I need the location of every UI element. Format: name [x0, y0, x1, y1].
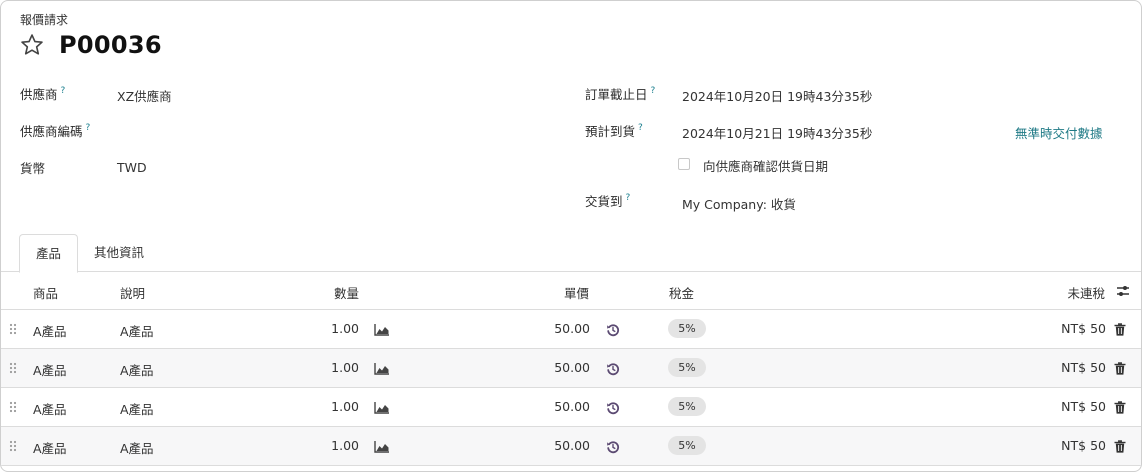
confirm-date-label[interactable]: 向供應商確認供貨日期 [703, 156, 828, 175]
vendor-field[interactable]: XZ供應商 [117, 86, 172, 105]
cell-quantity[interactable]: 1.00 [331, 399, 359, 414]
star-icon[interactable] [19, 32, 45, 58]
currency-field[interactable]: TWD [117, 160, 147, 175]
page-title: P00036 [59, 31, 162, 59]
vendor-ref-label: 供應商編碼? [20, 123, 91, 139]
column-header-subtotal[interactable]: 未連稅 [1067, 283, 1105, 302]
column-header-description[interactable]: 說明 [120, 283, 145, 302]
cell-quantity[interactable]: 1.00 [331, 438, 359, 453]
drag-handle-icon[interactable] [9, 362, 17, 374]
drag-handle-icon[interactable] [9, 440, 17, 452]
cell-description[interactable]: A產品 [120, 321, 154, 340]
column-header-unit-price[interactable]: 單價 [564, 283, 589, 302]
tax-badge[interactable]: 5% [668, 358, 706, 377]
trash-icon[interactable] [1114, 440, 1126, 453]
cell-quantity[interactable]: 1.00 [331, 321, 359, 336]
area-chart-icon[interactable] [374, 440, 390, 453]
table-row[interactable]: A產品 A產品 1.00 50.00 5% NT$ 50 [1, 349, 1141, 388]
cell-subtotal: NT$ 50 [1061, 399, 1106, 414]
column-header-taxes[interactable]: 稅金 [669, 283, 694, 302]
order-lines-table: 商品 說明 數量 單價 稅金 未連稅 A產品 A產品 1.00 50.00 5%… [1, 272, 1141, 466]
help-tooltip[interactable]: ? [651, 86, 656, 96]
cell-description[interactable]: A產品 [120, 399, 154, 418]
cell-unit-price[interactable]: 50.00 [554, 360, 590, 375]
expected-arrival-label: 預計到貨? [585, 123, 643, 139]
cell-product[interactable]: A產品 [33, 360, 67, 379]
tax-badge[interactable]: 5% [668, 319, 706, 338]
vendor-ref-field[interactable] [117, 123, 517, 139]
drag-handle-icon[interactable] [9, 401, 17, 413]
cell-description[interactable]: A產品 [120, 438, 154, 457]
table-row[interactable]: A產品 A產品 1.00 50.00 5% NT$ 50 [1, 310, 1141, 349]
on-time-delivery-link[interactable]: 無準時交付數據 [1015, 123, 1103, 142]
cell-product[interactable]: A產品 [33, 399, 67, 418]
history-icon[interactable] [606, 440, 620, 454]
expected-arrival-field[interactable]: 2024年10月21日 19時43分35秒 [682, 123, 872, 142]
area-chart-icon[interactable] [374, 323, 390, 336]
deliver-to-label: 交貨到? [585, 193, 631, 209]
help-tooltip[interactable]: ? [638, 123, 643, 133]
trash-icon[interactable] [1114, 401, 1126, 414]
title-row: P00036 [19, 31, 162, 59]
form-view: 報價請求 P00036 供應商? XZ供應商 供應商編碼? 貨幣 TWD 訂單截… [0, 0, 1142, 472]
cell-product[interactable]: A產品 [33, 321, 67, 340]
tax-badge[interactable]: 5% [668, 397, 706, 416]
area-chart-icon[interactable] [374, 401, 390, 414]
help-tooltip[interactable]: ? [626, 193, 631, 203]
column-header-quantity[interactable]: 數量 [334, 283, 359, 302]
history-icon[interactable] [606, 362, 620, 376]
tab-products[interactable]: 產品 [19, 234, 78, 273]
vendor-label: 供應商? [20, 86, 66, 102]
table-row[interactable]: A產品 A產品 1.00 50.00 5% NT$ 50 [1, 427, 1141, 466]
currency-label: 貨幣 [20, 161, 46, 176]
tab-other-info[interactable]: 其他資訊 [94, 234, 144, 272]
help-tooltip[interactable]: ? [86, 123, 91, 133]
help-tooltip[interactable]: ? [61, 86, 66, 96]
drag-handle-icon[interactable] [9, 323, 17, 335]
history-icon[interactable] [606, 323, 620, 337]
trash-icon[interactable] [1114, 362, 1126, 375]
order-deadline-label: 訂單截止日? [585, 86, 656, 102]
tax-badge[interactable]: 5% [668, 436, 706, 455]
deliver-to-field[interactable]: My Company: 收貨 [682, 194, 796, 213]
notebook-tabs: 產品 其他資訊 [1, 234, 1141, 273]
column-header-product[interactable]: 商品 [33, 283, 58, 302]
trash-icon[interactable] [1114, 323, 1126, 336]
cell-unit-price[interactable]: 50.00 [554, 321, 590, 336]
cell-product[interactable]: A產品 [33, 438, 67, 457]
cell-description[interactable]: A產品 [120, 360, 154, 379]
cell-subtotal: NT$ 50 [1061, 438, 1106, 453]
sliders-icon[interactable] [1115, 283, 1131, 299]
area-chart-icon[interactable] [374, 362, 390, 375]
table-row[interactable]: A產品 A產品 1.00 50.00 5% NT$ 50 [1, 388, 1141, 427]
cell-subtotal: NT$ 50 [1061, 360, 1106, 375]
cell-quantity[interactable]: 1.00 [331, 360, 359, 375]
table-header: 商品 說明 數量 單價 稅金 未連稅 [1, 272, 1141, 310]
history-icon[interactable] [606, 401, 620, 415]
breadcrumb[interactable]: 報價請求 [20, 11, 68, 28]
cell-unit-price[interactable]: 50.00 [554, 438, 590, 453]
table-body: A產品 A產品 1.00 50.00 5% NT$ 50 A產品 A產品 1.0… [1, 310, 1141, 466]
confirm-date-checkbox[interactable] [678, 158, 690, 170]
order-deadline-field[interactable]: 2024年10月20日 19時43分35秒 [682, 86, 872, 105]
cell-unit-price[interactable]: 50.00 [554, 399, 590, 414]
cell-subtotal: NT$ 50 [1061, 321, 1106, 336]
